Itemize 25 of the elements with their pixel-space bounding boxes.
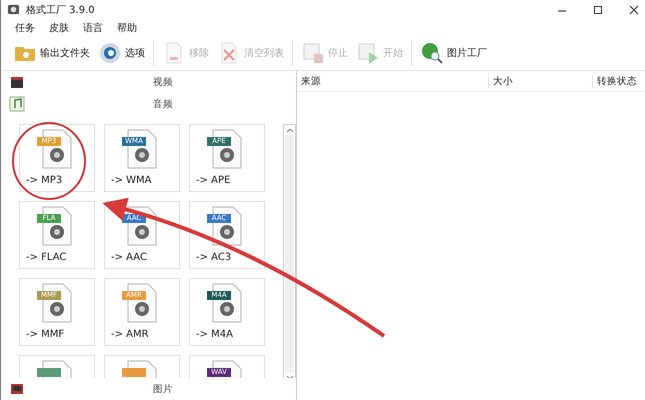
toolbar-button[interactable]: 输出文件夹 [9,39,94,67]
settings-icon [98,41,122,65]
film-clapper-icon [9,74,25,90]
column-header[interactable]: 大小 [489,74,593,88]
app-icon [7,3,20,16]
toolbar-button[interactable]: 图片工厂 [416,39,491,67]
scrollbar-thumb[interactable] [285,135,294,373]
menu-item[interactable]: 皮肤 [49,20,69,34]
category-label[interactable]: 视频 [153,76,173,88]
column-header[interactable]: 转换状态 [593,74,645,88]
play-icon [356,41,380,65]
magnifier-icon [420,41,444,65]
menu-item[interactable]: 语言 [83,20,103,34]
toolbar-button[interactable]: 选项 [94,39,149,67]
window-title: 格式工厂 3.9.0 [26,4,95,16]
column-header[interactable]: 来源 [297,74,489,88]
maximize-icon[interactable] [593,4,603,14]
category-label[interactable]: 音频 [153,98,173,110]
category-label[interactable]: 图片 [153,382,173,396]
music-note-icon [9,96,25,112]
menu-item[interactable]: 任务 [15,20,35,34]
stop-icon [301,41,325,65]
close-icon[interactable] [629,4,639,14]
picture-icon [9,381,25,397]
menu-item[interactable]: 帮助 [117,20,137,34]
